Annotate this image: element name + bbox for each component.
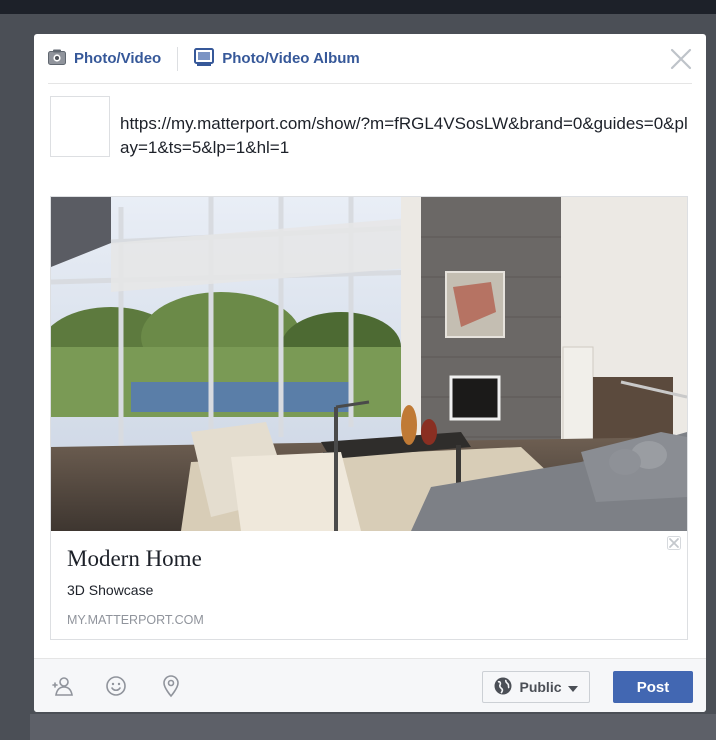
link-preview-meta: Modern Home 3D Showcase MY.MATTERPORT.CO… — [51, 531, 687, 639]
feeling-icon[interactable] — [104, 674, 128, 698]
composer-text[interactable]: https://my.matterport.com/show/?m=fRGL4V… — [120, 112, 690, 160]
tab-photo-video-album-label: Photo/Video Album — [222, 50, 360, 67]
tab-photo-video-album[interactable]: Photo/Video Album — [194, 47, 360, 71]
chevron-down-icon — [567, 679, 578, 695]
tab-photo-video-label: Photo/Video — [74, 50, 162, 67]
tab-divider — [177, 46, 179, 71]
link-preview-title: Modern Home — [67, 546, 202, 571]
link-preview-description: 3D Showcase — [67, 582, 154, 598]
camera-icon — [48, 49, 66, 69]
link-preview-image — [51, 197, 687, 531]
privacy-selector[interactable]: Public — [482, 671, 590, 703]
top-bar — [0, 0, 716, 14]
globe-icon — [494, 677, 512, 698]
privacy-label: Public — [519, 679, 562, 695]
composer-footer: Public Post — [34, 658, 706, 712]
tab-photo-video[interactable]: Photo/Video — [48, 47, 161, 71]
close-icon — [670, 48, 692, 70]
post-composer-dialog: Photo/Video Photo/Video Album https://my… — [34, 34, 706, 712]
post-button[interactable]: Post — [613, 671, 693, 703]
background-strip — [30, 714, 716, 740]
remove-preview-button[interactable] — [667, 536, 681, 550]
close-icon — [667, 536, 681, 550]
avatar — [50, 96, 110, 157]
photo-album-icon — [194, 47, 215, 70]
link-preview-card[interactable]: Modern Home 3D Showcase MY.MATTERPORT.CO… — [50, 196, 688, 640]
location-icon[interactable] — [159, 674, 183, 698]
composer-tabs: Photo/Video Photo/Video Album — [48, 34, 692, 84]
link-preview-domain: MY.MATTERPORT.COM — [67, 613, 204, 627]
tag-friends-icon[interactable] — [50, 674, 74, 698]
close-button[interactable] — [668, 46, 694, 72]
